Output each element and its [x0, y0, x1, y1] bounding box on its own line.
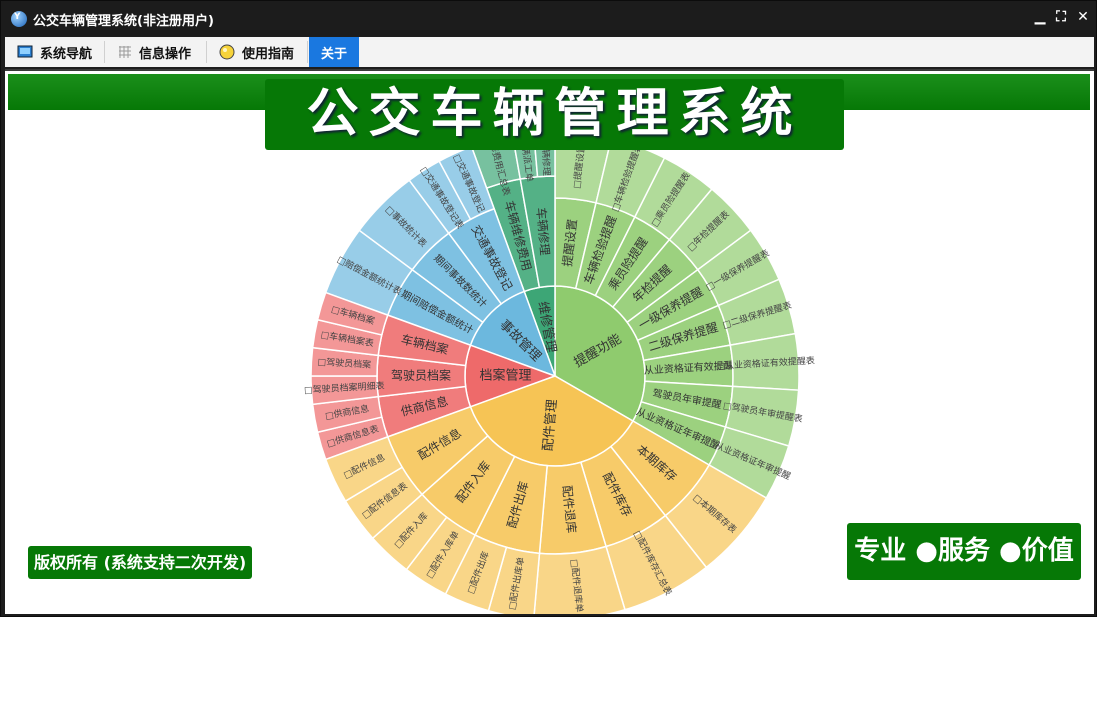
lightbulb-icon: [219, 44, 235, 60]
copyright-badge: 版权所有 (系统支持二次开发): [28, 546, 253, 579]
system-title-banner: 公交车辆管理系统: [265, 79, 844, 150]
title-bar: Y 公交车辆管理系统(非注册用户) ▁ ⛶ ✕: [1, 1, 1096, 36]
sunburst-group-label[interactable]: 档案管理: [479, 369, 531, 384]
tab-user-guide[interactable]: 使用指南: [207, 37, 308, 67]
restore-icon[interactable]: ⛶: [1053, 9, 1069, 25]
motto-badge: 专业 ●服务 ●价值: [847, 523, 1081, 580]
tab-system-navigation[interactable]: 系统导航: [5, 37, 105, 67]
tab-info-operation[interactable]: 信息操作: [106, 37, 207, 67]
main-content: 提醒功能 提醒设置 □提醒设置 车辆检验提醒 □车辆检验提醒表 乘员险提醒 □乘员险提醒表年…: [5, 69, 1094, 614]
close-icon[interactable]: ✕: [1075, 9, 1091, 25]
minimize-icon[interactable]: ▁: [1032, 9, 1048, 25]
window-title: 公交车辆管理系统(非注册用户): [33, 14, 214, 29]
app-window: Y 公交车辆管理系统(非注册用户) ▁ ⛶ ✕ 系统导航 信息操作 使用指南 关…: [0, 0, 1097, 617]
tab-about[interactable]: 关于: [309, 37, 359, 67]
grid-icon: [119, 46, 131, 58]
monitor-icon: [17, 45, 33, 58]
app-logo-icon: Y: [11, 11, 27, 27]
sunburst-category-label[interactable]: 驾驶员档案: [391, 368, 451, 383]
menu-toolbar: 系统导航 信息操作 使用指南 关于: [5, 37, 1094, 67]
